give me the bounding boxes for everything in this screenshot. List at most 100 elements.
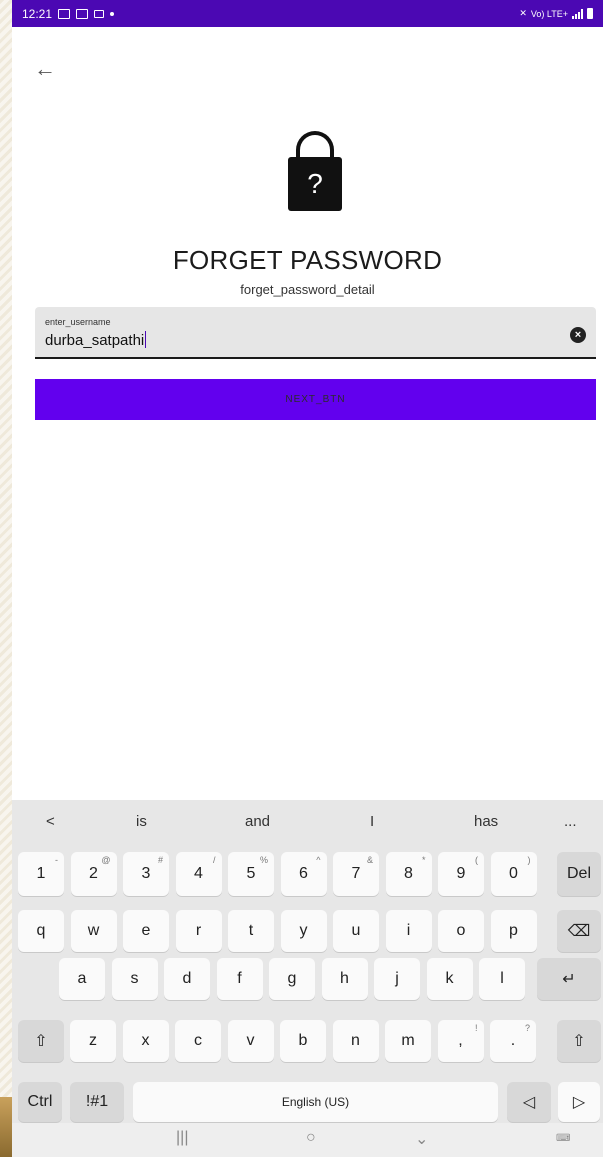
number-key[interactable]: 8 * — [385, 852, 432, 896]
number-key-label: 6 — [299, 865, 308, 882]
letter-key[interactable]: a — [59, 958, 105, 1000]
navigation-bar: ||| ○ ⌄ ⌨ — [12, 1123, 603, 1157]
letter-key[interactable]: b — [280, 1020, 326, 1062]
username-field[interactable]: enter_username durba_satpathi × — [35, 307, 596, 359]
home-icon[interactable]: ○ — [306, 1129, 316, 1147]
letter-key[interactable]: i — [385, 910, 432, 952]
cursor-right-key[interactable]: ▷ — [558, 1082, 600, 1122]
number-key-alt-label: % — [259, 855, 268, 865]
number-key[interactable]: 2 @ — [70, 852, 117, 896]
number-key[interactable]: 9( — [438, 852, 484, 896]
suggestion-word[interactable]: has — [474, 813, 498, 830]
background-decor-corner — [0, 1097, 12, 1157]
message-icon — [76, 8, 89, 19]
enter-icon: ↵ — [562, 971, 576, 988]
letter-key[interactable]: m — [385, 1020, 431, 1062]
letter-key[interactable]: x — [122, 1020, 169, 1062]
number-key[interactable]: 1- — [18, 852, 64, 896]
shift-icon: ⇧ — [34, 1033, 48, 1050]
letter-key[interactable]: l — [479, 958, 525, 1000]
letter-key-alt-label: ! — [474, 1023, 478, 1033]
letter-key[interactable]: v — [227, 1020, 274, 1062]
letter-key-label: o — [456, 922, 466, 939]
letter-key[interactable]: y — [280, 910, 327, 952]
letter-key[interactable]: f — [216, 958, 263, 1000]
suggestion-word[interactable]: I — [370, 813, 374, 830]
shift-key-right[interactable]: ⇧ — [557, 1020, 601, 1062]
delete-key[interactable]: Del — [557, 852, 601, 896]
letter-key-label: i — [406, 922, 411, 939]
letter-key-label: x — [141, 1032, 150, 1049]
mute-icon: ✕ — [519, 8, 527, 18]
letter-key[interactable]: g — [269, 958, 315, 1000]
username-input[interactable]: durba_satpathi — [45, 331, 147, 349]
letter-key-label: e — [141, 922, 151, 939]
letter-key[interactable]: z — [70, 1020, 116, 1062]
letter-key[interactable]: q — [18, 910, 64, 952]
letter-key[interactable]: j — [374, 958, 420, 1000]
letter-key-label: u — [351, 922, 361, 939]
recent-apps-icon[interactable]: ||| — [176, 1129, 188, 1147]
space-key[interactable]: English (US) — [133, 1082, 498, 1122]
triangle-right-icon: ▷ — [572, 1094, 586, 1111]
enter-key[interactable]: ↵ — [537, 958, 601, 1000]
letter-key[interactable]: s — [111, 958, 158, 1000]
letter-key[interactable]: .? — [490, 1020, 536, 1062]
letter-key-label: c — [194, 1032, 202, 1049]
number-key-alt-label: & — [366, 855, 373, 865]
letter-key[interactable]: c — [175, 1020, 221, 1062]
number-key-alt-label: ( — [475, 855, 478, 865]
letter-key[interactable]: u — [333, 910, 379, 952]
letter-key-label: r — [195, 922, 202, 939]
letter-key-label: v — [246, 1032, 255, 1049]
number-key-label: 8 — [404, 865, 413, 882]
page-title: FORGET PASSWORD — [172, 245, 443, 275]
suggestion-bar: < is and I has ... — [12, 800, 603, 844]
background-pattern — [0, 0, 12, 1157]
suggestion-collapse-button[interactable]: < — [46, 813, 55, 830]
letter-key-label: a — [77, 970, 87, 987]
keyboard-switch-icon[interactable]: ⌨ — [556, 1133, 570, 1144]
backspace-key[interactable]: ⌫ — [557, 910, 601, 952]
chevron-down-icon[interactable]: ⌄ — [415, 1129, 428, 1149]
page-subtitle: forget_password_detail — [240, 282, 375, 297]
letter-key[interactable]: w — [70, 910, 117, 952]
letter-key[interactable]: o — [438, 910, 484, 952]
letter-key-label: l — [500, 970, 504, 987]
suggestion-word[interactable]: is — [136, 813, 147, 830]
letter-key[interactable]: ,! — [437, 1020, 484, 1062]
number-key[interactable]: 6 ^ — [280, 852, 327, 896]
letter-key-label: w — [87, 922, 100, 939]
number-key-label: 9 — [456, 865, 466, 882]
symbols-key[interactable]: !#1 — [70, 1082, 124, 1122]
letter-key[interactable]: e — [123, 910, 169, 952]
letter-key-alt-label: ? — [524, 1023, 530, 1033]
letter-key[interactable]: t — [228, 910, 274, 952]
number-key[interactable]: 3 # — [123, 852, 169, 896]
number-key-label: 4 — [194, 865, 203, 882]
suggestion-word[interactable]: and — [245, 813, 270, 830]
next-button[interactable]: NEXT_BTN — [35, 379, 596, 420]
ctrl-key[interactable]: Ctrl — [18, 1082, 62, 1122]
letter-key-label: n — [351, 1032, 360, 1049]
cursor-left-key[interactable]: ◁ — [507, 1082, 551, 1122]
letter-key-label: t — [248, 922, 254, 939]
letter-key[interactable]: r — [175, 910, 222, 952]
number-key[interactable]: 4/ — [175, 852, 222, 896]
letter-key-label: , — [458, 1032, 463, 1049]
letter-key[interactable]: p — [490, 910, 537, 952]
lock-body: ? — [288, 157, 342, 211]
number-key[interactable]: 0) — [490, 852, 537, 896]
number-key[interactable]: 7 & — [333, 852, 379, 896]
more-options-button[interactable]: ... — [564, 813, 577, 830]
clear-text-icon[interactable]: × — [570, 327, 586, 343]
letter-key[interactable]: k — [426, 958, 473, 1000]
letter-key[interactable]: n — [332, 1020, 379, 1062]
letter-key[interactable]: d — [164, 958, 210, 1000]
back-arrow-icon[interactable]: ← — [34, 55, 62, 83]
shift-key[interactable]: ⇧ — [18, 1020, 64, 1062]
number-key-label: 2 — [89, 865, 98, 882]
number-key[interactable]: 5% — [228, 852, 274, 896]
letter-key[interactable]: h — [321, 958, 368, 1000]
number-key-label: 0 — [509, 865, 518, 882]
